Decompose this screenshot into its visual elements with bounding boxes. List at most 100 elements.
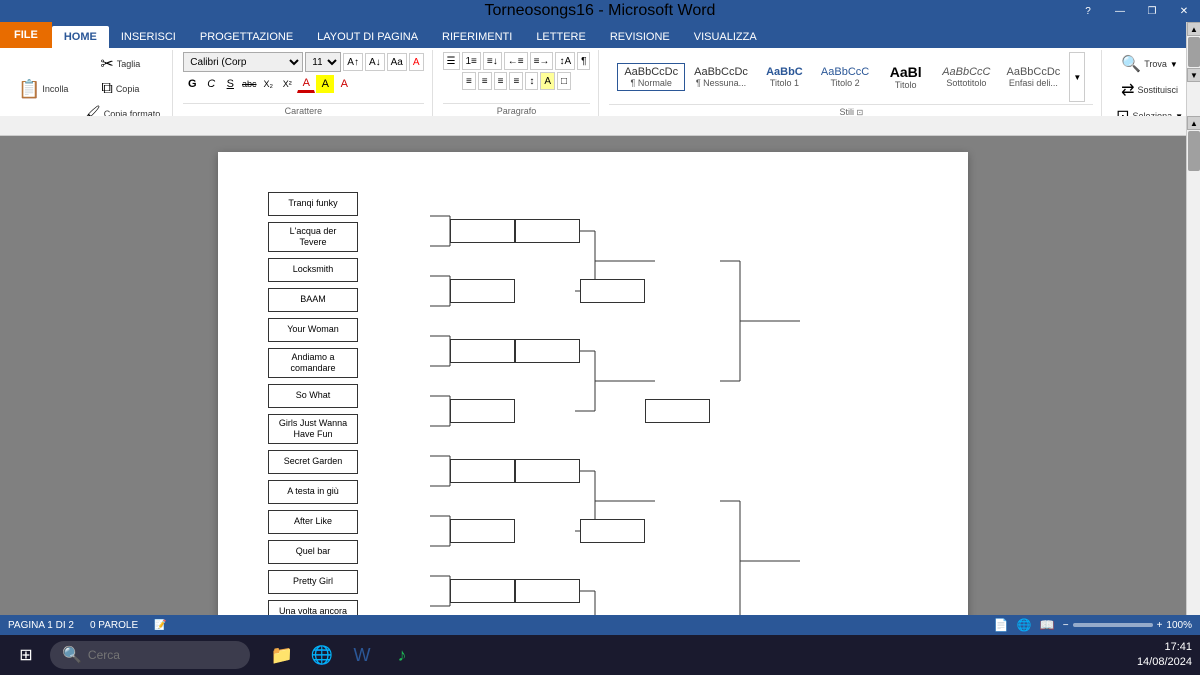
decrease-font-button[interactable]: A↓: [365, 53, 385, 71]
clock-time: 17:41: [1137, 640, 1192, 655]
decrease-indent-button[interactable]: ←≡: [504, 52, 528, 70]
seed-5: Your Woman: [268, 318, 358, 342]
scroll-up-button[interactable]: ▲: [1187, 22, 1200, 36]
sostituisci-button[interactable]: ⇄ Sostituisci: [1117, 78, 1182, 102]
shading-button[interactable]: A: [540, 72, 555, 90]
r2-box-7: [450, 579, 515, 603]
style-enfasi[interactable]: AaBbCcDc Enfasi deli...: [1000, 63, 1068, 91]
ribbon-tabs: FILE HOME INSERISCI PROGETTAZIONE LAYOUT…: [0, 22, 1200, 48]
document-area: Tranqi funky L'acqua derTevere Locksmith…: [0, 116, 1186, 615]
scroll-down-button[interactable]: ▼: [1187, 68, 1200, 82]
sort-button[interactable]: ↕A: [555, 52, 575, 70]
spell-check-icon[interactable]: 📝: [154, 620, 166, 631]
zoom-out-button[interactable]: −: [1063, 620, 1069, 631]
bracket-container: Tranqi funky L'acqua derTevere Locksmith…: [268, 192, 918, 635]
restore-button[interactable]: ❐: [1136, 0, 1168, 22]
folder-icon: 📁: [271, 645, 293, 666]
doc-scroll-thumb[interactable]: [1188, 131, 1200, 171]
show-marks-button[interactable]: ¶: [577, 52, 590, 70]
seed-6: Andiamo acomandare: [268, 348, 358, 378]
style-normale[interactable]: AaBbCcDc ¶ Normale: [617, 63, 685, 91]
change-case-button[interactable]: Aa: [387, 53, 407, 71]
style-titolo1[interactable]: AaBbC Titolo 1: [757, 63, 812, 91]
document-scroll[interactable]: Tranqi funky L'acqua derTevere Locksmith…: [0, 136, 1186, 635]
view-read-icon[interactable]: 📖: [1040, 618, 1055, 632]
align-center-button[interactable]: ≡: [478, 72, 492, 90]
taskbar-search-box[interactable]: 🔍: [50, 641, 250, 669]
incolla-button[interactable]: 📋 Incolla: [12, 76, 74, 102]
increase-indent-button[interactable]: ≡→: [530, 52, 554, 70]
numbering-button[interactable]: 1≡: [462, 52, 481, 70]
start-button[interactable]: ⊞: [8, 637, 44, 673]
tab-riferimenti[interactable]: RIFERIMENTI: [430, 26, 524, 48]
file-explorer-button[interactable]: 📁: [264, 637, 300, 673]
superscript-button[interactable]: X²: [278, 75, 296, 93]
doc-vertical-scrollbar[interactable]: ▲: [1186, 116, 1200, 615]
bracket-entry-5: Your Woman: [268, 318, 918, 342]
style-sottotitolo[interactable]: AaBbCcC Sottotitolo: [935, 63, 997, 91]
increase-font-button[interactable]: A↑: [343, 53, 363, 71]
help-button[interactable]: ?: [1072, 0, 1104, 22]
view-web-icon[interactable]: 🌐: [1017, 618, 1032, 632]
seed-12: Quel bar: [268, 540, 358, 564]
clear-format-button[interactable]: A: [409, 53, 424, 71]
tab-layout[interactable]: LAYOUT DI PAGINA: [305, 26, 430, 48]
scissors-icon: ✂: [100, 54, 113, 74]
font-color-button[interactable]: A: [335, 75, 353, 93]
line-spacing-button[interactable]: ↕: [525, 72, 538, 90]
style-nessuna[interactable]: AaBbCcDc ¶ Nessuna...: [687, 63, 755, 91]
style-titolo2[interactable]: AaBbCcC Titolo 2: [814, 63, 876, 91]
tab-revisione[interactable]: REVISIONE: [598, 26, 682, 48]
view-print-icon[interactable]: 📄: [994, 618, 1009, 632]
r4-box-2: [580, 519, 645, 543]
align-left-button[interactable]: ≡: [462, 72, 476, 90]
bracket-entry-12: Quel bar: [268, 540, 918, 564]
scroll-thumb[interactable]: [1188, 37, 1200, 67]
multilevel-button[interactable]: ≡↓: [483, 52, 502, 70]
strikethrough-button[interactable]: abc: [240, 75, 258, 93]
subscript-button[interactable]: X₂: [259, 75, 277, 93]
copia-button[interactable]: ⧉ Copia: [76, 78, 164, 100]
r2-box-3: [450, 339, 515, 363]
doc-scroll-up[interactable]: ▲: [1187, 116, 1200, 130]
font-family-select[interactable]: Calibri (Corp: [183, 52, 303, 72]
search-icon: 🔍: [62, 645, 82, 665]
align-right-button[interactable]: ≡: [494, 72, 508, 90]
r5-box-final: [645, 399, 710, 423]
italic-button[interactable]: C: [202, 75, 220, 93]
tab-file[interactable]: FILE: [0, 22, 52, 48]
zoom-slider[interactable]: [1073, 623, 1153, 627]
close-button[interactable]: ✕: [1168, 0, 1200, 22]
border-button[interactable]: □: [557, 72, 571, 90]
zoom-in-button[interactable]: +: [1157, 620, 1163, 631]
tab-inserisci[interactable]: INSERISCI: [109, 26, 188, 48]
minimize-button[interactable]: —: [1104, 0, 1136, 22]
tab-visualizza[interactable]: VISUALIZZA: [682, 26, 769, 48]
word-button[interactable]: W: [344, 637, 380, 673]
justify-button[interactable]: ≡: [509, 72, 523, 90]
style-titolo[interactable]: AaBl Titolo: [878, 61, 933, 93]
highlight-button[interactable]: A: [316, 75, 334, 93]
chrome-button[interactable]: 🌐: [304, 637, 340, 673]
seed-1: Tranqi funky: [268, 192, 358, 216]
taglia-button[interactable]: ✂ Taglia: [76, 52, 164, 76]
tab-lettere[interactable]: LETTERE: [524, 26, 598, 48]
trova-dropdown-icon[interactable]: ▼: [1170, 60, 1178, 69]
underline-button[interactable]: S: [221, 75, 239, 93]
bullets-button[interactable]: ☰: [443, 52, 460, 70]
titlebar: Torneosongs16 - Microsoft Word ? — ❐ ✕: [0, 0, 1200, 22]
spotify-button[interactable]: ♪: [384, 637, 420, 673]
styles-expand-button[interactable]: ▼: [1069, 52, 1085, 102]
trova-button[interactable]: 🔍 Trova ▼: [1117, 52, 1182, 76]
bracket-entry-2: L'acqua derTevere: [268, 222, 918, 252]
seed-3: Locksmith: [268, 258, 358, 282]
text-color-button[interactable]: A: [297, 75, 315, 93]
bracket-entry-13: Pretty Girl: [268, 570, 918, 594]
font-size-select[interactable]: 11: [305, 52, 341, 72]
taskbar-search-input[interactable]: [88, 648, 243, 662]
bold-button[interactable]: G: [183, 75, 201, 93]
tab-progettazione[interactable]: PROGETTAZIONE: [188, 26, 305, 48]
group-carattere: Calibri (Corp 11 A↑ A↓ Aa A G C S abc X₂: [175, 50, 432, 118]
vertical-scrollbar[interactable]: ▲ ▼: [1186, 22, 1200, 116]
tab-home[interactable]: HOME: [52, 26, 109, 48]
